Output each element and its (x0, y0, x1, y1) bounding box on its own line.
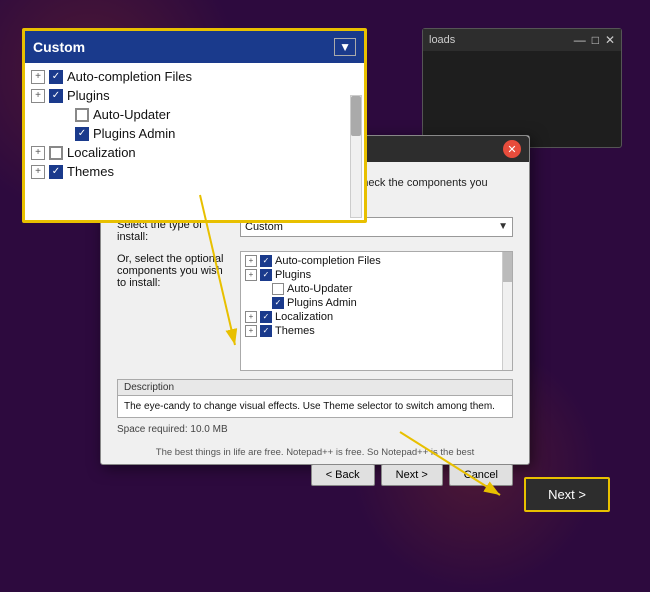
ct-label: Auto-completion Files (275, 255, 381, 267)
zoom-dropdown-value: Custom (33, 39, 85, 55)
zoom-callout-box: Custom ▼ + ✓ Auto-completion Files + ✓ P… (22, 28, 367, 223)
zoom-item-label: Plugins Admin (93, 126, 175, 141)
downloads-titlebar: loads — □ ✕ (423, 29, 621, 51)
description-box: Description The eye-candy to change visu… (117, 379, 513, 419)
ct-label: Plugins Admin (287, 297, 357, 309)
ct-item-autocompletion: + ✓ Auto-completion Files (245, 254, 508, 268)
zoom-item-label: Plugins (67, 88, 110, 103)
zoom-dropdown-header: Custom ▼ (25, 31, 364, 63)
ct-checkbox-autoupdater[interactable] (272, 283, 284, 295)
ct-label: Auto-Updater (287, 283, 352, 295)
tree-scrollbar-thumb[interactable] (503, 252, 512, 282)
expander-icon: + (31, 89, 45, 103)
ct-item-autoupdater: Auto-Updater (245, 282, 508, 296)
ct-checkbox-plugins[interactable]: ✓ (260, 269, 272, 281)
ct-checkbox-pluginsadmin[interactable]: ✓ (272, 297, 284, 309)
checkbox-pluginsadmin: ✓ (75, 127, 89, 141)
ct-label: Plugins (275, 269, 311, 281)
optional-components-label: Or, select the optional components you w… (117, 251, 232, 289)
ct-expander: + (245, 325, 257, 337)
expander-icon: + (31, 70, 45, 84)
ct-expander: + (245, 255, 257, 267)
zoom-item-localization: + Localization (31, 143, 358, 162)
description-text: The eye-candy to change visual effects. … (118, 396, 512, 418)
tree-scrollbar[interactable] (502, 252, 512, 370)
ct-checkbox-themes[interactable]: ✓ (260, 325, 272, 337)
ct-item-plugins: + ✓ Plugins (245, 268, 508, 282)
downloads-title: loads (429, 34, 455, 46)
ct-expander: + (245, 311, 257, 323)
scrollbar[interactable] (350, 95, 362, 218)
zoom-tree: + ✓ Auto-completion Files + ✓ Plugins Au… (25, 63, 364, 220)
main-next-button[interactable]: Next > (524, 477, 610, 512)
downloads-controls: — □ ✕ (574, 33, 615, 47)
checkbox-autocompletion: ✓ (49, 70, 63, 84)
install-type-arrow-icon: ▼ (498, 221, 508, 232)
zoom-item-autoupdater: Auto-Updater (31, 105, 358, 124)
cancel-button[interactable]: Cancel (449, 464, 513, 486)
downloads-window: loads — □ ✕ (422, 28, 622, 148)
component-tree: + ✓ Auto-completion Files + ✓ Plugins (241, 252, 512, 340)
checkbox-themes: ✓ (49, 165, 63, 179)
ct-item-themes: + ✓ Themes (245, 324, 508, 338)
zoom-item-pluginsadmin: ✓ Plugins Admin (31, 124, 358, 143)
installer-buttons: < Back Next > Cancel (101, 464, 529, 496)
zoom-item-label: Auto-completion Files (67, 69, 192, 84)
checkbox-plugins: ✓ (49, 89, 63, 103)
ct-label: Localization (275, 311, 333, 323)
ct-item-pluginsadmin: ✓ Plugins Admin (245, 296, 508, 310)
ct-checkbox-autocompletion[interactable]: ✓ (260, 255, 272, 267)
installer-footer-text: The best things in life are free. Notepa… (101, 447, 529, 458)
close-icon: ✕ (605, 33, 615, 47)
description-section-label: Description (118, 380, 512, 396)
ct-checkbox-localization[interactable]: ✓ (260, 311, 272, 323)
expander-icon: + (31, 165, 45, 179)
zoom-item-themes: + ✓ Themes (31, 162, 358, 181)
maximize-icon: □ (592, 33, 599, 47)
optional-components-row: Or, select the optional components you w… (117, 251, 513, 371)
zoom-item-autocompletion: + ✓ Auto-completion Files (31, 67, 358, 86)
zoom-item-label: Themes (67, 164, 114, 179)
checkbox-autoupdater (75, 108, 89, 122)
ct-expander: + (245, 269, 257, 281)
zoom-dropdown-arrow: ▼ (334, 38, 356, 56)
ct-item-localization: + ✓ Localization (245, 310, 508, 324)
zoom-item-label: Auto-Updater (93, 107, 170, 122)
installer-close-button[interactable]: ✕ (503, 140, 521, 158)
zoom-item-label: Localization (67, 145, 136, 160)
ct-label: Themes (275, 325, 315, 337)
expander-icon: + (31, 146, 45, 160)
space-required-text: Space required: 10.0 MB (117, 424, 513, 435)
component-tree-container: + ✓ Auto-completion Files + ✓ Plugins (240, 251, 513, 371)
next-button-dialog[interactable]: Next > (381, 464, 443, 486)
checkbox-localization (49, 146, 63, 160)
back-button[interactable]: < Back (311, 464, 375, 486)
zoom-item-plugins: + ✓ Plugins (31, 86, 358, 105)
scrollbar-thumb[interactable] (351, 96, 361, 136)
minimize-icon: — (574, 33, 586, 47)
